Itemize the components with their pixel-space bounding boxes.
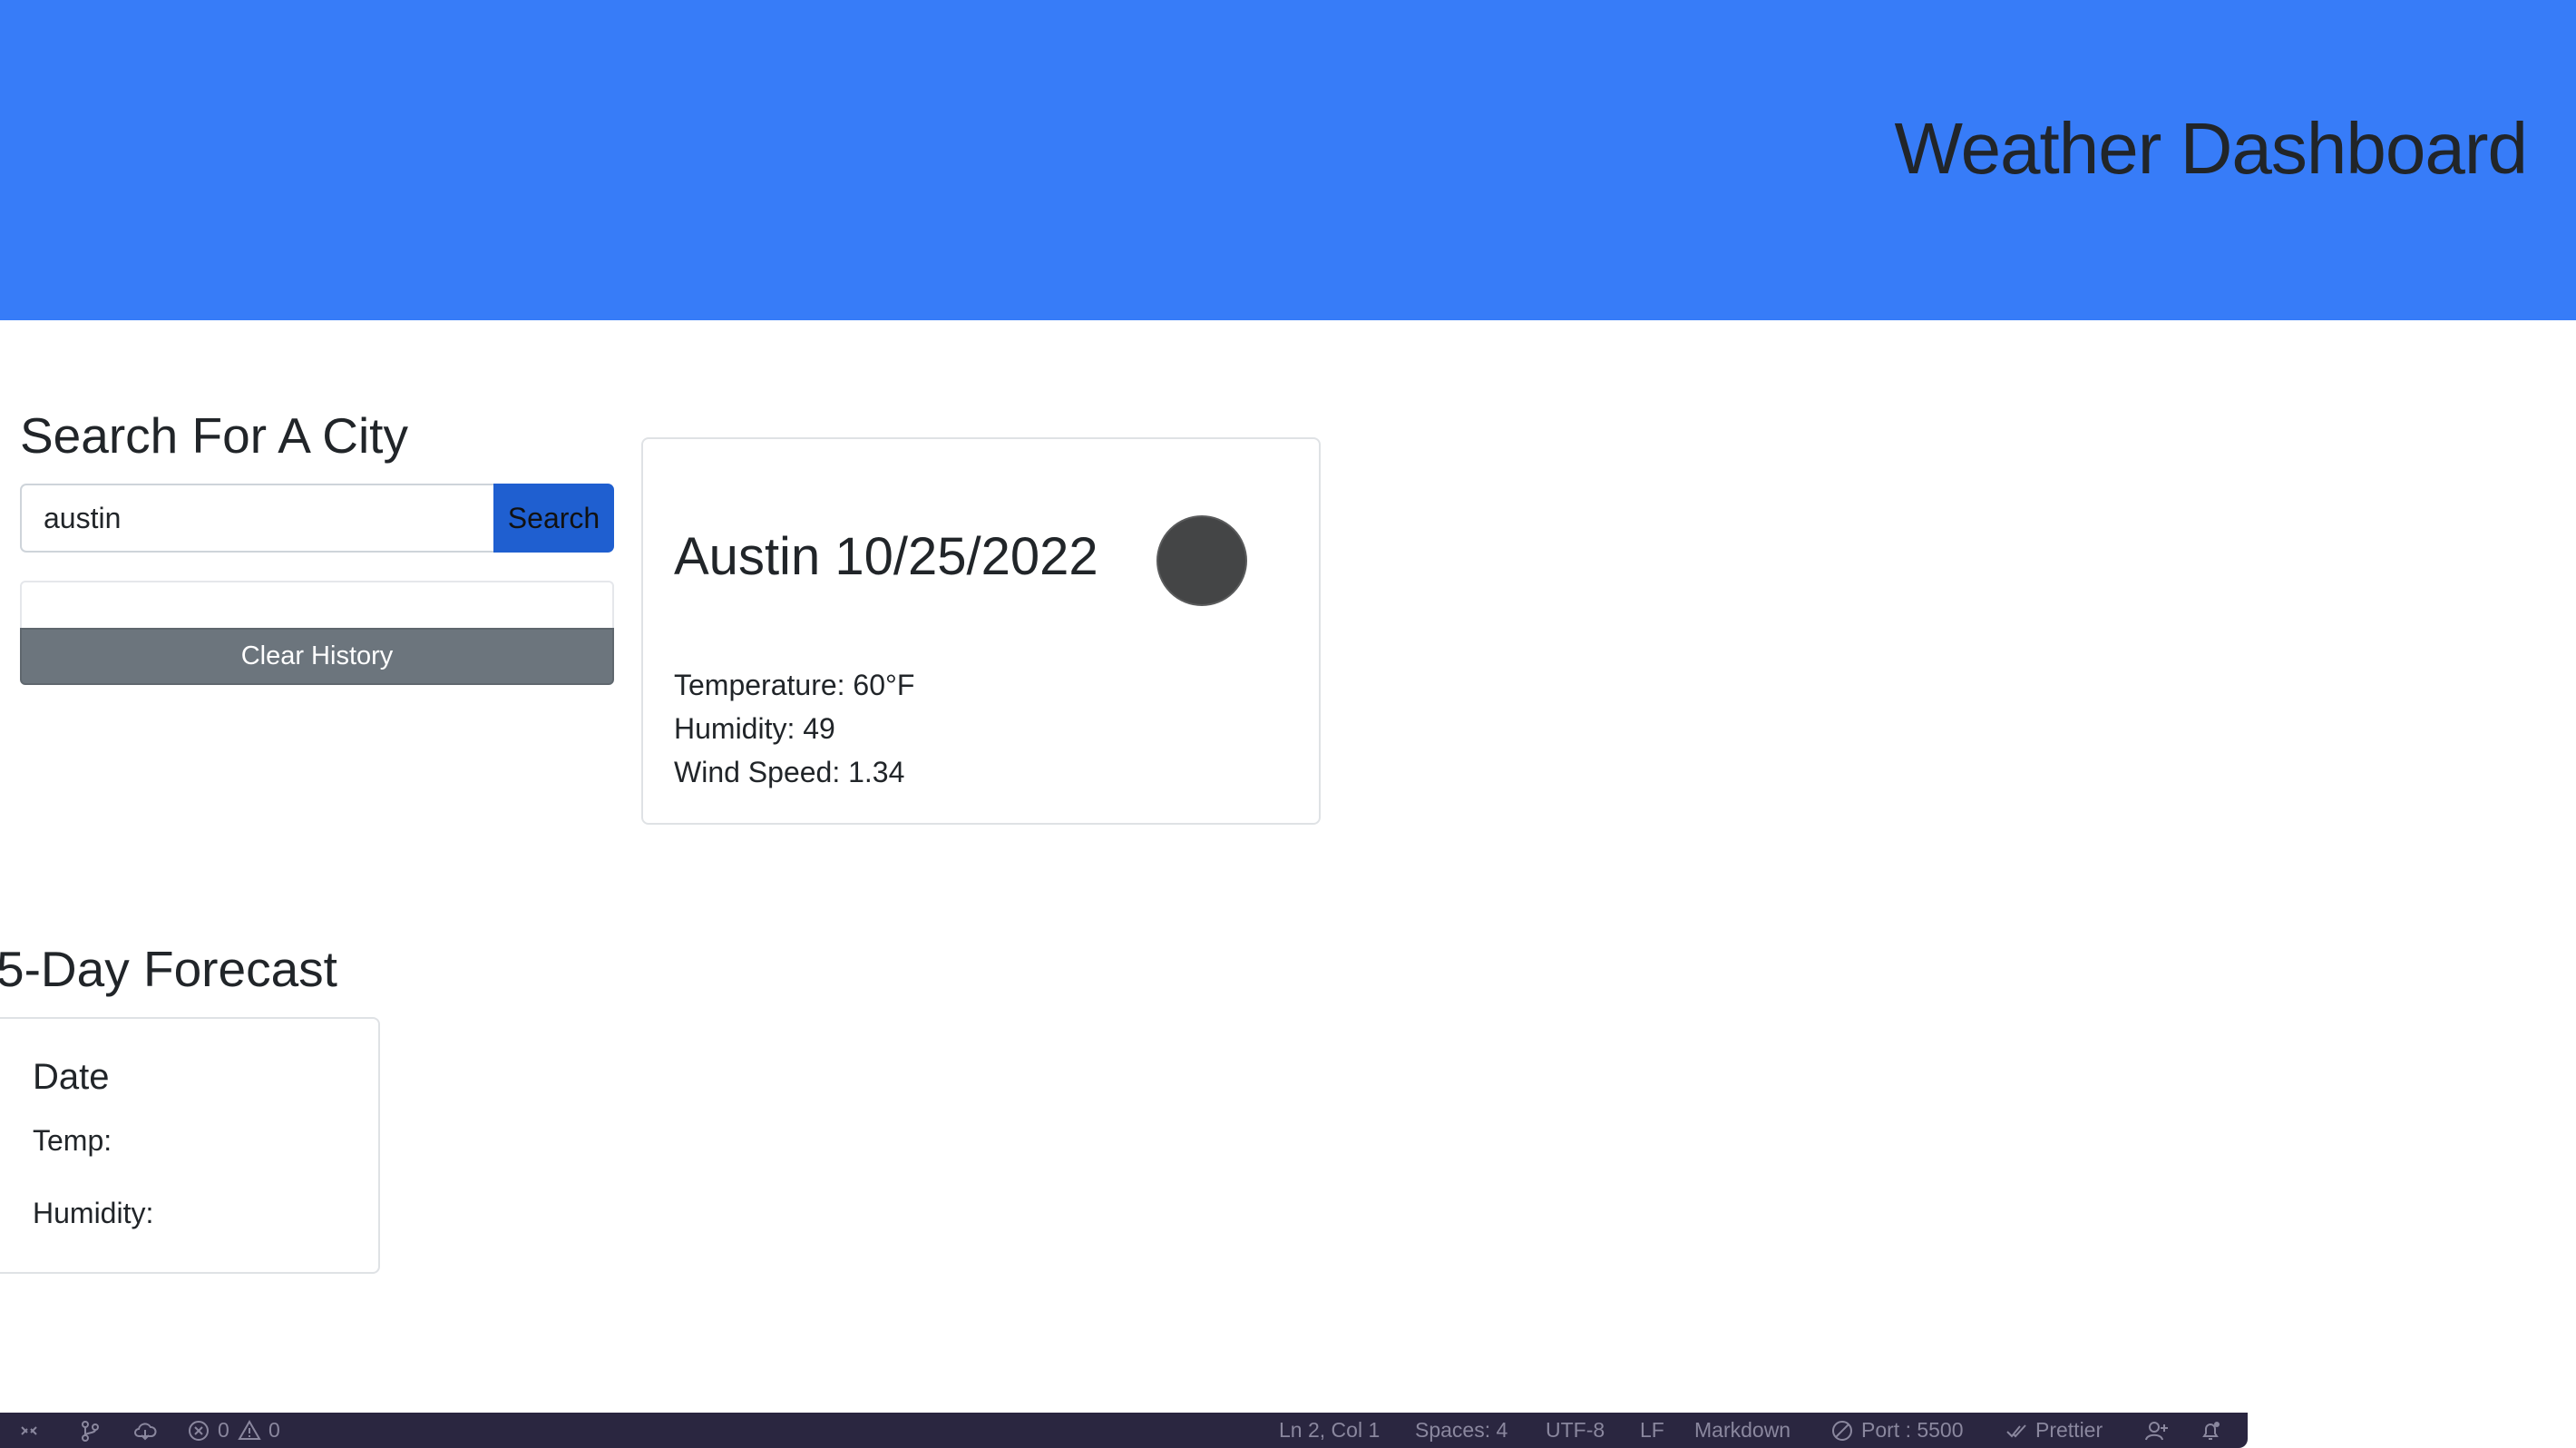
language-mode[interactable]: Markdown bbox=[1694, 1418, 1791, 1443]
page-background-strip bbox=[2248, 1413, 2576, 1448]
remote-icon[interactable] bbox=[18, 1420, 40, 1442]
search-heading: Search For A City bbox=[20, 407, 408, 464]
current-city-date: Austin 10/25/2022 bbox=[674, 527, 1098, 586]
current-wind-speed: Wind Speed: 1.34 bbox=[674, 756, 905, 788]
error-count[interactable]: 0 bbox=[218, 1418, 229, 1443]
live-server-port[interactable]: Port : 5500 bbox=[1861, 1418, 1964, 1443]
current-temperature: Temperature: 60°F bbox=[674, 669, 915, 701]
weather-icon bbox=[1156, 515, 1247, 606]
search-button[interactable]: Search bbox=[493, 484, 614, 553]
search-history-list bbox=[20, 581, 614, 628]
accounts-icon[interactable] bbox=[2144, 1419, 2170, 1443]
sync-icon[interactable] bbox=[132, 1419, 158, 1443]
bell-icon[interactable] bbox=[2199, 1419, 2222, 1443]
city-search-input[interactable] bbox=[20, 484, 495, 553]
encoding[interactable]: UTF-8 bbox=[1546, 1418, 1605, 1443]
page-header: Weather Dashboard bbox=[0, 0, 2576, 320]
current-humidity: Humidity: 49 bbox=[674, 712, 835, 745]
warning-icon[interactable] bbox=[238, 1419, 261, 1443]
editor-status-bar: 0 0 Ln 2, Col 1 Spaces: 4 UTF-8 LF Markd… bbox=[0, 1413, 2248, 1448]
indentation[interactable]: Spaces: 4 bbox=[1415, 1418, 1508, 1443]
page-title: Weather Dashboard bbox=[1894, 108, 2528, 189]
cursor-position[interactable]: Ln 2, Col 1 bbox=[1279, 1418, 1380, 1443]
current-weather-card: Austin 10/25/2022 Temperature: 60°F Humi… bbox=[641, 437, 1321, 825]
forecast-temp: Temp: bbox=[33, 1124, 112, 1157]
warning-count[interactable]: 0 bbox=[268, 1418, 280, 1443]
forecast-date: Date bbox=[33, 1057, 110, 1097]
port-icon[interactable] bbox=[1830, 1419, 1854, 1443]
forecast-card: Date Temp: Humidity: bbox=[0, 1017, 380, 1274]
error-icon[interactable] bbox=[187, 1419, 210, 1443]
check-icon[interactable] bbox=[2005, 1419, 2028, 1443]
forecast-humidity: Humidity: bbox=[33, 1197, 154, 1229]
clear-history-button[interactable]: Clear History bbox=[20, 628, 614, 685]
prettier-status[interactable]: Prettier bbox=[2035, 1418, 2103, 1443]
line-ending[interactable]: LF bbox=[1640, 1418, 1664, 1443]
forecast-heading: 5-Day Forecast bbox=[0, 941, 337, 997]
branch-icon[interactable] bbox=[78, 1419, 102, 1443]
